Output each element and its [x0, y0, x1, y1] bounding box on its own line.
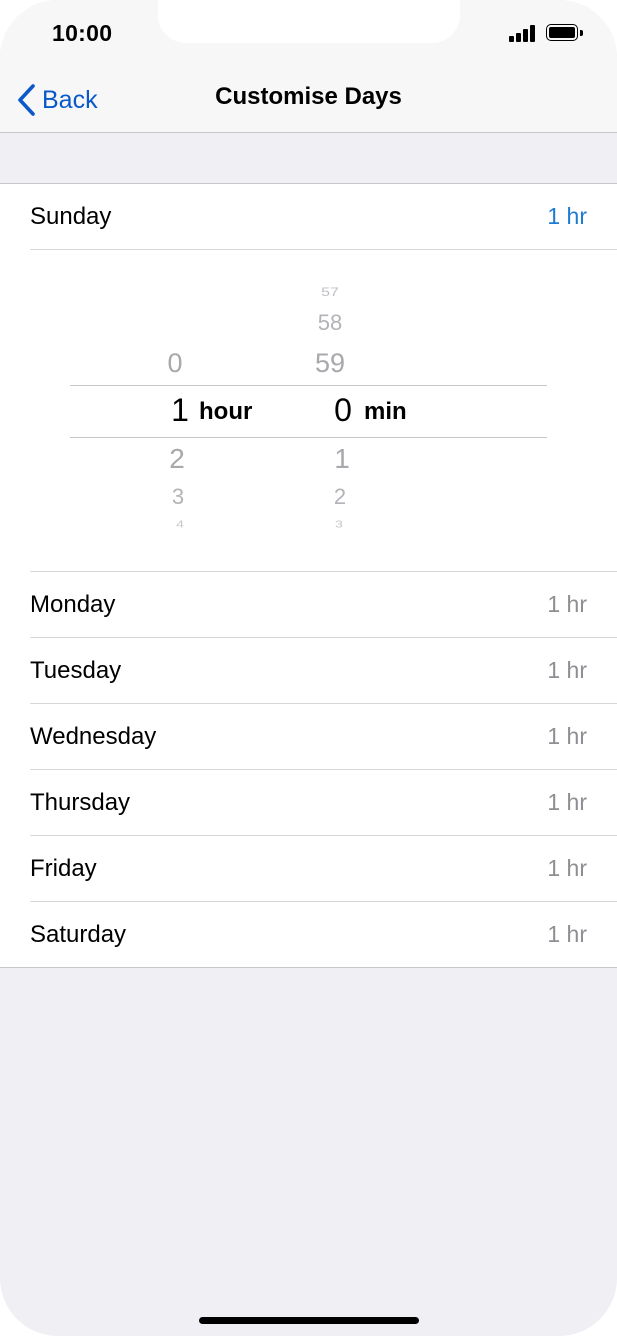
day-value: 1 hr: [547, 855, 587, 881]
hour-option: 4: [176, 518, 184, 530]
day-value: 1 hr: [547, 921, 587, 947]
day-row-saturday[interactable]: Saturday 1 hr: [30, 902, 617, 967]
day-value: 1 hr: [547, 591, 587, 617]
day-label: Friday: [30, 854, 97, 882]
status-time: 10:00: [52, 20, 113, 46]
minute-option: 3: [335, 518, 343, 530]
hour-selected: 1: [171, 392, 189, 428]
minute-option: 59: [314, 348, 346, 378]
day-row-monday[interactable]: Monday 1 hr: [30, 572, 617, 638]
day-label: Tuesday: [30, 656, 122, 684]
day-label: Sunday: [30, 202, 112, 230]
minute-option: 58: [317, 310, 343, 335]
device-notch: [158, 0, 460, 43]
picker-selection-band: [70, 385, 547, 438]
day-label: Saturday: [30, 920, 127, 948]
day-value: 1 hr: [547, 789, 587, 815]
minute-option: 57: [321, 286, 339, 299]
day-row-tuesday[interactable]: Tuesday 1 hr: [30, 638, 617, 704]
cellular-signal-icon: [509, 25, 537, 42]
day-value: 1 hr: [547, 657, 587, 683]
day-row-sunday[interactable]: Sunday 1 hr: [30, 184, 617, 250]
navigation-bar: 10:00 Back Customise Days: [0, 0, 617, 133]
minute-option: 1: [334, 443, 350, 474]
day-row-thursday[interactable]: Thursday 1 hr: [30, 770, 617, 836]
day-row-wednesday[interactable]: Wednesday 1 hr: [30, 704, 617, 770]
day-label: Wednesday: [30, 722, 157, 750]
minute-selected: 0: [334, 392, 352, 428]
day-label: Monday: [30, 590, 116, 618]
hour-option: 2: [169, 443, 185, 474]
day-value: 1 hr: [547, 203, 587, 229]
hour-unit: hour: [199, 398, 253, 425]
minute-unit: min: [364, 398, 407, 425]
hour-option: 0: [167, 348, 183, 378]
hour-option: 3: [171, 484, 185, 509]
day-row-friday[interactable]: Friday 1 hr: [30, 836, 617, 902]
day-label: Thursday: [30, 788, 131, 816]
page-title: Customise Days: [215, 83, 402, 110]
days-list: Sunday 1 hr 0 1 hour 2 3 4 57 58 59 0 mi…: [0, 183, 617, 968]
battery-icon: [546, 24, 584, 43]
minute-option: 2: [333, 484, 347, 509]
phone-screen: 10:00 Back Customise Days Sunday 1 hr 0 …: [0, 0, 617, 1336]
day-value: 1 hr: [547, 723, 587, 749]
home-indicator[interactable]: [199, 1317, 419, 1324]
time-picker[interactable]: 0 1 hour 2 3 4 57 58 59 0 min 1 2 3: [30, 250, 617, 572]
